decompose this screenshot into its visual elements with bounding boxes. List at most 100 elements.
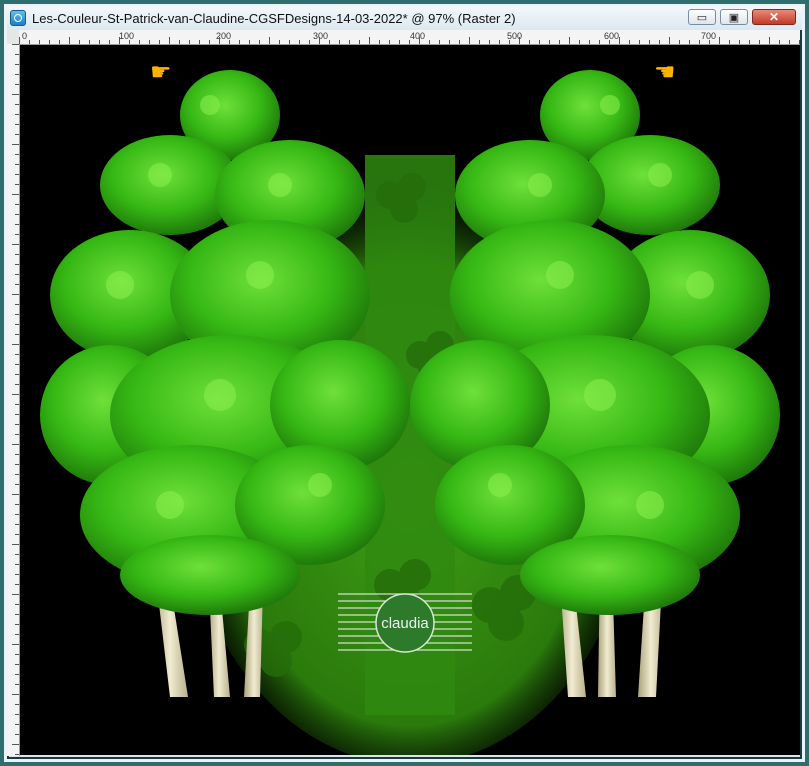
- ruler-tick: [779, 40, 780, 44]
- ruler-tick: [15, 464, 19, 465]
- ruler-tick: [12, 144, 19, 145]
- vertical-ruler[interactable]: [7, 44, 20, 756]
- ruler-tick: [15, 364, 19, 365]
- minimize-icon: ▭: [696, 11, 708, 24]
- ruler-tick: [15, 704, 19, 705]
- ruler-tick: [129, 40, 130, 44]
- ruler-tick: [349, 40, 350, 44]
- ruler-tick: [609, 40, 610, 44]
- title-bar[interactable]: Les-Couleur-St-Patrick-van-Claudine-CGSF…: [7, 6, 802, 30]
- ruler-tick: [99, 40, 100, 44]
- ruler-tick: [15, 264, 19, 265]
- ruler-tick: [15, 724, 19, 725]
- minimize-button[interactable]: ▭: [688, 9, 716, 25]
- ruler-tick: [12, 294, 19, 295]
- ruler-tick: [15, 454, 19, 455]
- ruler-tick: [739, 40, 740, 44]
- ruler-tick: [15, 304, 19, 305]
- ruler-tick: [279, 40, 280, 44]
- ruler-tick: [15, 604, 19, 605]
- watermark-text: claudia: [381, 615, 429, 632]
- ruler-tick: [169, 37, 170, 44]
- image-canvas[interactable]: ☛ ☛ claudia: [20, 45, 800, 755]
- ruler-tick: [15, 64, 19, 65]
- ruler-tick: [249, 40, 250, 44]
- ruler-tick: [789, 40, 790, 44]
- ruler-tick: [15, 314, 19, 315]
- ruler-tick: [12, 694, 19, 695]
- ruler-tick: [12, 44, 19, 45]
- ruler-tick: [12, 194, 19, 195]
- maximize-button[interactable]: ▣: [720, 9, 748, 25]
- ruler-tick: [15, 134, 19, 135]
- ruler-tick: [179, 40, 180, 44]
- ruler-tick: [659, 40, 660, 44]
- ruler-label-400: 400: [410, 31, 426, 41]
- ruler-tick: [439, 40, 440, 44]
- ruler-tick: [189, 40, 190, 44]
- ruler-tick: [759, 40, 760, 44]
- ruler-tick: [15, 434, 19, 435]
- ruler-tick: [339, 40, 340, 44]
- ruler-label-0: 0: [22, 31, 28, 41]
- ruler-tick: [109, 40, 110, 44]
- ruler-tick: [15, 104, 19, 105]
- ruler-tick: [509, 40, 510, 44]
- ruler-tick: [15, 734, 19, 735]
- ruler-tick: [159, 40, 160, 44]
- ruler-tick: [229, 40, 230, 44]
- ruler-tick: [309, 40, 310, 44]
- ruler-tick: [389, 40, 390, 44]
- ruler-tick: [149, 40, 150, 44]
- ruler-label-300: 300: [313, 31, 329, 41]
- ruler-tick: [479, 40, 480, 44]
- ruler-tick: [589, 40, 590, 44]
- ruler-tick: [489, 40, 490, 44]
- ruler-tick: [399, 40, 400, 44]
- ruler-tick: [49, 40, 50, 44]
- window-controls: ▭ ▣ ✕: [688, 9, 796, 25]
- ruler-tick: [15, 474, 19, 475]
- ruler-tick: [15, 384, 19, 385]
- ruler-tick: [15, 254, 19, 255]
- ruler-tick: [429, 40, 430, 44]
- ruler-tick: [15, 164, 19, 165]
- ruler-tick: [15, 204, 19, 205]
- ruler-tick: [15, 374, 19, 375]
- ruler-tick: [15, 674, 19, 675]
- ruler-tick: [15, 214, 19, 215]
- ruler-tick: [59, 40, 60, 44]
- ruler-tick: [119, 37, 120, 44]
- ruler-tick: [89, 40, 90, 44]
- ruler-tick: [15, 404, 19, 405]
- ruler-tick: [299, 40, 300, 44]
- ruler-tick: [15, 74, 19, 75]
- ruler-tick: [719, 37, 720, 44]
- ruler-tick: [15, 584, 19, 585]
- ruler-tick: [419, 37, 420, 44]
- ruler-tick: [15, 324, 19, 325]
- ruler-tick: [449, 40, 450, 44]
- ruler-tick: [15, 334, 19, 335]
- ruler-tick: [329, 40, 330, 44]
- ruler-tick: [139, 40, 140, 44]
- ruler-tick: [469, 37, 470, 44]
- ruler-tick: [519, 37, 520, 44]
- ruler-tick: [12, 444, 19, 445]
- app-icon[interactable]: [10, 10, 26, 26]
- window-title: Les-Couleur-St-Patrick-van-Claudine-CGSF…: [32, 10, 516, 26]
- ruler-label-100: 100: [119, 31, 135, 41]
- ruler-tick: [15, 424, 19, 425]
- ruler-tick: [689, 40, 690, 44]
- horizontal-ruler[interactable]: 0 100 200 300 400 500 600 700: [19, 30, 800, 45]
- ruler-tick: [15, 514, 19, 515]
- ruler-tick: [15, 574, 19, 575]
- ruler-tick: [15, 624, 19, 625]
- ruler-tick: [15, 284, 19, 285]
- ruler-tick: [12, 544, 19, 545]
- ruler-tick: [15, 664, 19, 665]
- ruler-tick: [15, 524, 19, 525]
- close-button[interactable]: ✕: [752, 9, 796, 25]
- ruler-tick: [15, 154, 19, 155]
- right-tree-foliage: [410, 70, 780, 615]
